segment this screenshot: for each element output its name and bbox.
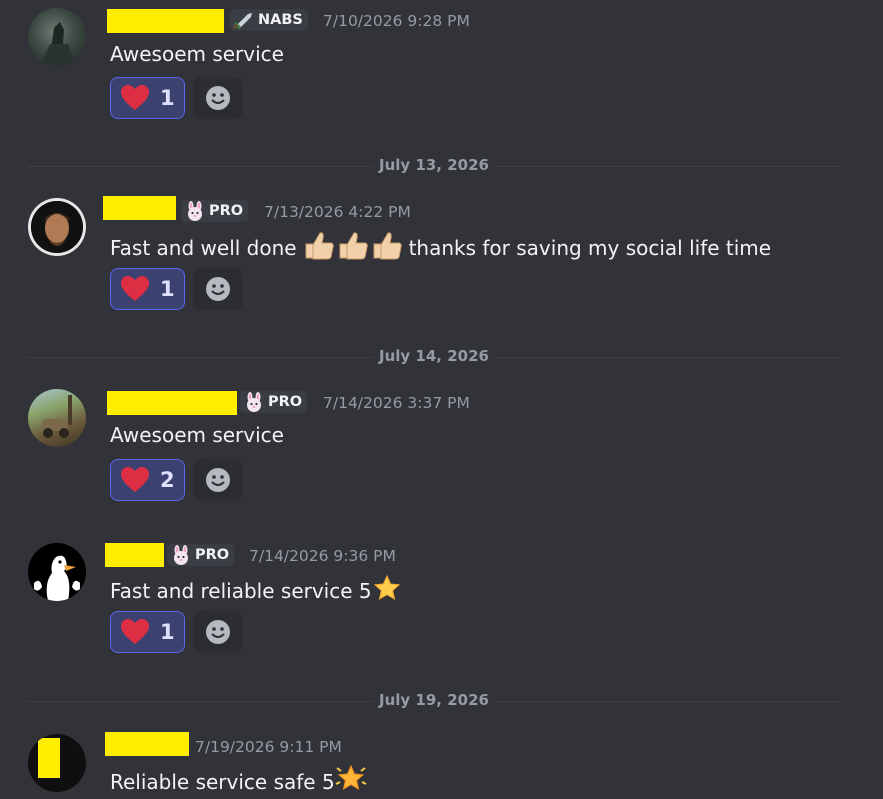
avatar[interactable]	[28, 543, 86, 601]
timestamp[interactable]: 7/13/2026 4:22 PM	[264, 203, 411, 221]
date-divider-label: July 14, 2026	[373, 347, 495, 365]
smiley-icon	[206, 86, 230, 110]
add-reaction-button[interactable]	[193, 459, 243, 501]
message-text-end: thanks for saving my social life time	[408, 235, 772, 260]
username-redacted[interactable]	[105, 732, 189, 756]
smiley-icon	[206, 620, 230, 644]
star-icon	[373, 574, 400, 606]
reaction-count: 2	[160, 468, 175, 492]
smiley-icon	[206, 277, 230, 301]
badge-label: PRO	[195, 547, 230, 563]
username-redacted[interactable]	[107, 391, 237, 415]
timestamp[interactable]: 7/19/2026 9:11 PM	[195, 738, 342, 756]
username-redacted[interactable]	[105, 543, 164, 567]
glowing-star-icon	[335, 764, 367, 799]
role-badge[interactable]: PRO	[167, 544, 235, 566]
heart-icon	[121, 276, 149, 301]
timestamp[interactable]: 7/14/2026 3:37 PM	[323, 394, 470, 412]
badge-label: NABS	[258, 12, 303, 28]
heart-icon	[121, 467, 149, 492]
heart-reaction-button[interactable]: 2	[110, 459, 185, 501]
avatar[interactable]	[28, 8, 86, 66]
bunny-icon	[247, 392, 261, 412]
avatar[interactable]	[28, 389, 86, 447]
message-text-body: Fast and reliable service 5	[110, 578, 372, 603]
date-divider: July 13, 2026	[28, 156, 840, 174]
date-divider-label: July 13, 2026	[373, 156, 495, 174]
heart-icon	[121, 85, 149, 110]
date-divider: July 14, 2026	[28, 347, 840, 365]
add-reaction-button[interactable]	[193, 77, 243, 119]
heart-icon	[121, 619, 149, 644]
message-text: Fast and well done thanks for saving my …	[110, 230, 771, 265]
badge-label: PRO	[209, 203, 244, 219]
thumbs-up-icon	[303, 230, 405, 265]
sword-icon	[233, 13, 252, 29]
bunny-icon	[188, 201, 202, 221]
reaction-count: 1	[160, 86, 175, 110]
timestamp[interactable]: 7/10/2026 9:28 PM	[323, 12, 470, 30]
message-text: Awesoem service	[110, 42, 284, 66]
add-reaction-button[interactable]	[193, 611, 243, 653]
avatar[interactable]	[28, 734, 86, 792]
bunny-icon	[174, 545, 188, 565]
username-redacted[interactable]	[103, 196, 176, 220]
reaction-count: 1	[160, 277, 175, 301]
timestamp[interactable]: 7/14/2026 9:36 PM	[249, 547, 396, 565]
heart-reaction-button[interactable]: 1	[110, 611, 185, 653]
heart-reaction-button[interactable]: 1	[110, 77, 185, 119]
role-badge[interactable]: PRO	[181, 200, 249, 222]
message-text: Fast and reliable service 5	[110, 574, 400, 606]
heart-reaction-button[interactable]: 1	[110, 268, 185, 310]
role-badge[interactable]: PRO	[240, 391, 308, 413]
date-divider-label: July 19, 2026	[373, 691, 495, 709]
message-text: Awesoem service	[110, 423, 284, 447]
avatar[interactable]	[28, 198, 86, 256]
role-badge[interactable]: NABS	[230, 9, 308, 31]
message-text: Reliable service safe 5	[110, 764, 367, 799]
message-text-start: Fast and well done	[110, 235, 297, 260]
date-divider: July 19, 2026	[28, 691, 840, 709]
reaction-count: 1	[160, 620, 175, 644]
username-redacted[interactable]	[107, 9, 224, 33]
badge-label: PRO	[268, 394, 303, 410]
smiley-icon	[206, 468, 230, 492]
add-reaction-button[interactable]	[193, 268, 243, 310]
